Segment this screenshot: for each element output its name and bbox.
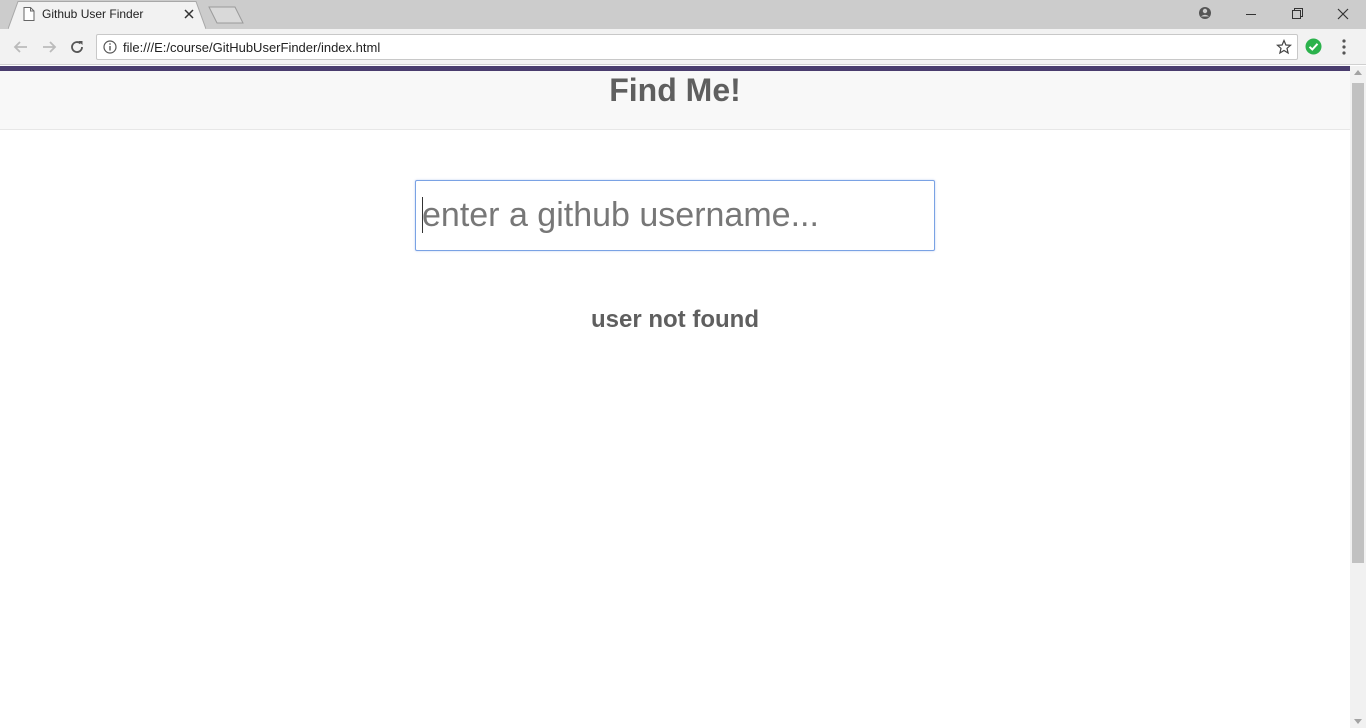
url-text[interactable]: file:///E:/course/GitHubUserFinder/index… <box>123 40 380 55</box>
kebab-menu-icon[interactable] <box>1336 38 1352 56</box>
username-search-input[interactable] <box>415 180 935 251</box>
page-viewport: Find Me! user not found <box>0 66 1350 728</box>
back-arrow-icon[interactable] <box>11 37 31 57</box>
star-icon[interactable] <box>1276 39 1292 55</box>
user-not-found-message: user not found <box>591 306 759 333</box>
minimize-icon[interactable] <box>1228 0 1274 29</box>
page-header: Find Me! <box>0 71 1350 130</box>
reload-icon[interactable] <box>67 37 87 57</box>
new-tab-button[interactable] <box>208 6 244 24</box>
restore-icon[interactable] <box>1274 0 1320 29</box>
info-icon[interactable] <box>103 40 117 54</box>
close-icon[interactable] <box>181 6 197 22</box>
scroll-thumb[interactable] <box>1352 83 1364 563</box>
window-close-icon[interactable] <box>1320 0 1366 29</box>
forward-arrow-icon[interactable] <box>39 37 59 57</box>
profile-icon[interactable] <box>1182 0 1228 29</box>
page-title: Find Me! <box>609 72 741 108</box>
page-icon <box>23 7 35 21</box>
browser-toolbar: file:///E:/course/GitHubUserFinder/index… <box>0 29 1366 65</box>
vertical-scrollbar[interactable] <box>1350 66 1366 728</box>
scroll-down-arrow-icon[interactable] <box>1354 719 1362 724</box>
tab-title: Github User Finder <box>42 7 144 21</box>
browser-titlebar: Github User Finder <box>0 0 1366 29</box>
address-bar[interactable]: file:///E:/course/GitHubUserFinder/index… <box>96 34 1298 60</box>
scroll-up-arrow-icon[interactable] <box>1354 70 1362 75</box>
checkmark-extension-icon[interactable] <box>1305 38 1322 55</box>
text-caret <box>422 197 423 233</box>
